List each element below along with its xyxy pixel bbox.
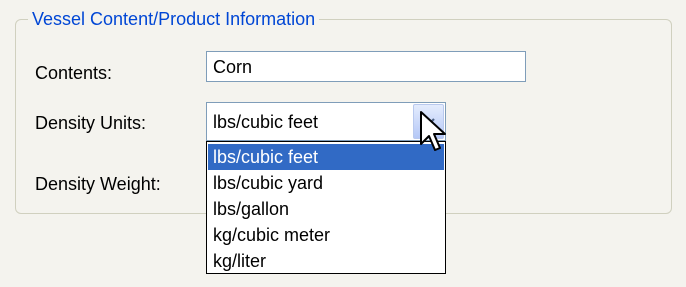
- density-units-select-value: lbs/cubic feet: [213, 112, 319, 132]
- mouse-pointer-icon: [420, 111, 446, 151]
- group-title: Vessel Content/Product Information: [28, 8, 320, 30]
- dropdown-option[interactable]: lbs/cubic yard: [208, 170, 444, 196]
- contents-label: Contents:: [35, 63, 113, 83]
- dropdown-option[interactable]: kg/liter: [208, 248, 444, 274]
- density-weight-label: Density Weight:: [35, 174, 161, 194]
- density-units-label: Density Units:: [35, 113, 147, 133]
- density-units-select[interactable]: lbs/cubic feet: [206, 102, 446, 141]
- dropdown-option[interactable]: kg/cubic meter: [208, 222, 444, 248]
- dropdown-option[interactable]: lbs/cubic feet: [208, 144, 444, 170]
- contents-input[interactable]: Corn: [206, 51, 526, 82]
- dropdown-option[interactable]: lbs/gallon: [208, 196, 444, 222]
- density-units-dropdown-list: lbs/cubic feet lbs/cubic yard lbs/gallon…: [206, 141, 446, 274]
- contents-input-value: Corn: [213, 57, 253, 77]
